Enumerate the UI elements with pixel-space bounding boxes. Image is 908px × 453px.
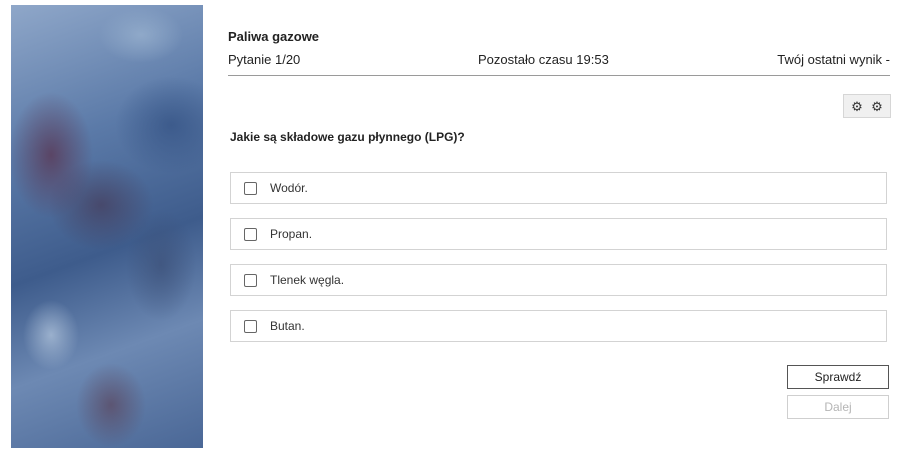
answer-checkbox[interactable] <box>244 319 257 333</box>
answer-label: Propan. <box>270 227 313 241</box>
answer-checkbox[interactable] <box>244 227 257 241</box>
answer-option[interactable]: Tlenek węgla. <box>230 264 887 296</box>
question-counter: Pytanie 1/20 <box>228 52 301 67</box>
answer-label: Wodór. <box>270 181 308 195</box>
decorative-background-image <box>11 5 203 448</box>
quiz-info-row: Pytanie 1/20 Pozostało czasu 19:53 Twój … <box>228 51 890 76</box>
check-button[interactable]: Sprawdź <box>787 365 889 389</box>
quiz-title: Paliwa gazowe <box>228 29 320 44</box>
gear-icon[interactable]: ⚙ <box>871 100 883 113</box>
quiz-header: Paliwa gazowe Pytanie 1/20 Pozostało cza… <box>228 28 890 76</box>
timer: Pozostało czasu 19:53 <box>478 52 609 67</box>
last-score: Twój ostatni wynik - <box>777 52 890 67</box>
question-text: Jakie są składowe gazu płynnego (LPG)? <box>230 130 465 144</box>
next-button[interactable]: Dalej <box>787 395 889 419</box>
answer-checkbox[interactable] <box>244 273 257 287</box>
answer-checkbox[interactable] <box>244 181 257 195</box>
answer-option[interactable]: Butan. <box>230 310 887 342</box>
settings-toolbar: ⚙ ⚙ <box>843 94 891 118</box>
answer-list: Wodór. Propan. Tlenek węgla. Butan. <box>230 172 887 356</box>
answer-option[interactable]: Propan. <box>230 218 887 250</box>
answer-label: Butan. <box>270 319 305 333</box>
answer-label: Tlenek węgla. <box>270 273 345 287</box>
answer-option[interactable]: Wodór. <box>230 172 887 204</box>
gear-icon[interactable]: ⚙ <box>851 100 863 113</box>
